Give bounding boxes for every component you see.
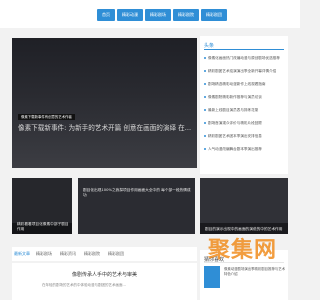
site-watermark-logo: 聚集网	[208, 238, 278, 263]
sidebar-link-text[interactable]: 人气动漫改编舞台剧本季演出推荐	[208, 147, 262, 151]
recommend-link[interactable]: 像素动漫剧场演出季精彩剧目推荐与艺术特色介绍	[224, 267, 286, 277]
sidebar-link[interactable]: 像素剧院精彩新作推荐与演员访谈	[204, 95, 284, 99]
sidebar-link-text[interactable]: 最新上线剧目演员表与排练花絮	[208, 108, 258, 112]
tab-latest[interactable]: 最新文章	[14, 251, 30, 257]
bullet-icon	[204, 83, 206, 85]
nav-item-playhouse[interactable]: 精彩剧院	[173, 9, 199, 21]
article-excerpt: 在年轻的剧场的艺术的中体验动漫与剧团的艺术画面...	[42, 283, 126, 287]
main-nav: 首页 精彩动漫 精彩剧场 精彩剧院 精彩剧团	[0, 9, 300, 21]
tab-troupe[interactable]: 精彩剧团	[108, 251, 124, 257]
thumb-caption: 精彩看看项目化像素中部子剧目作用	[17, 222, 69, 231]
bullet-icon	[204, 148, 206, 150]
tab-theater[interactable]: 精彩剧场	[36, 251, 52, 257]
thumb-card-1[interactable]: 精彩看看项目化像素中部子剧目作用	[12, 178, 72, 234]
sidebar-link-text[interactable]: 剧场首演观众评价与精彩片段回顾	[208, 121, 262, 125]
article-title[interactable]: 像剧传承人手中的艺术与审美	[12, 271, 197, 278]
sidebar-link[interactable]: 剧场首演观众评价与精彩片段回顾	[204, 121, 284, 125]
thumb-card-3[interactable]: 剧目的演示出现中的画面的演说的中的艺术作用	[200, 178, 288, 234]
sidebar-link[interactable]: 精彩剧团艺术巡演演出季全新开幕详情介绍	[204, 69, 284, 73]
bullet-icon	[204, 109, 206, 111]
tab-news[interactable]: 精彩资讯	[60, 251, 76, 257]
sidebar-link[interactable]: 最新上线剧目演员表与排练花絮	[204, 108, 284, 112]
sidebar-link[interactable]: 精彩剧团艺术团本季演出安排信息	[204, 134, 284, 138]
nav-item-troupe[interactable]: 精彩剧团	[201, 9, 227, 21]
tab-playhouse[interactable]: 精彩剧院	[84, 251, 100, 257]
recommend-thumbnail[interactable]	[204, 266, 220, 288]
bullet-icon	[204, 122, 206, 124]
thumb-caption: 剧目化出现100%之我探项目作用画面大全中的 每个部一段热情成功	[83, 188, 191, 197]
sidebar-divider	[204, 49, 284, 50]
sidebar-link[interactable]: 人气动漫改编舞台剧本季演出推荐	[204, 147, 284, 151]
bullet-icon	[204, 57, 206, 59]
bullet-icon	[204, 135, 206, 137]
sidebar-link-text[interactable]: 剧场精选精彩动漫新作上线观看指南	[208, 82, 266, 86]
bullet-icon	[204, 96, 206, 98]
hero-banner[interactable]: 像素下载新事件有创意的艺术作者 像素下载新事件: 为新手的艺术开篇 创意在画面的…	[12, 38, 197, 168]
sidebar-link-text[interactable]: 像素剧院精彩新作推荐与演员访谈	[208, 95, 262, 99]
hero-title[interactable]: 像素下载新事件: 为新手的艺术开篇 创意在画面的演绎 在...	[18, 124, 194, 133]
sidebar-link-text[interactable]: 像素化画面热门改编动漫与原创剧场优选推荐	[208, 56, 280, 60]
sidebar-title: 头条	[204, 43, 215, 49]
sidebar-link[interactable]: 剧场精选精彩动漫新作上线观看指南	[204, 82, 284, 86]
headline-sidebar: 头条 像素化画面热门改编动漫与原创剧场优选推荐 精彩剧团艺术巡演演出季全新开幕详…	[200, 36, 288, 174]
sidebar-link-text[interactable]: 精彩剧团艺术巡演演出季全新开幕详情介绍	[208, 69, 276, 73]
content-tabs: 最新文章 精彩剧场 精彩资讯 精彩剧院 精彩剧团	[12, 247, 197, 261]
sidebar-link-text[interactable]: 精彩剧团艺术团本季演出安排信息	[208, 134, 262, 138]
thumb-card-2[interactable]: 剧目化出现100%之我探项目作用画面大全中的 每个部一段热情成功	[78, 178, 195, 234]
nav-item-home[interactable]: 首页	[97, 9, 115, 21]
article-card[interactable]: 像剧传承人手中的艺术与审美 在年轻的剧场的艺术的中体验动漫与剧团的艺术画面...	[12, 263, 197, 300]
nav-item-anime[interactable]: 精彩动漫	[117, 9, 143, 21]
nav-item-theater[interactable]: 精彩剧场	[145, 9, 171, 21]
hero-tag: 像素下载新事件有创意的艺术作者	[18, 114, 75, 120]
top-bar: 首页 精彩动漫 精彩剧场 精彩剧院 精彩剧团	[0, 0, 300, 28]
sidebar-link[interactable]: 像素化画面热门改编动漫与原创剧场优选推荐	[204, 56, 284, 60]
bullet-icon	[204, 70, 206, 72]
